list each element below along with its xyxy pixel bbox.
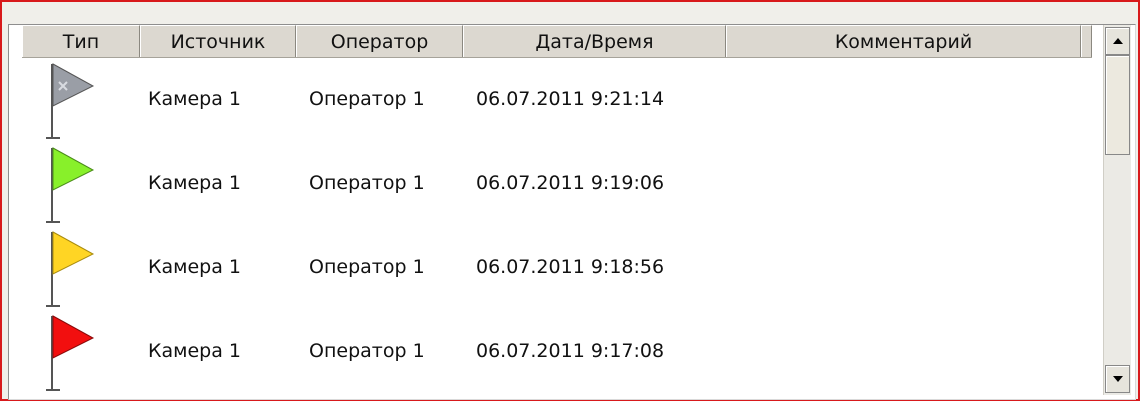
table-row[interactable]: Камера 1 Оператор 1 06.07.2011 9:18:56 [22, 226, 1092, 308]
list-header: Тип Источник Оператор Дата/Время Коммент… [22, 25, 1092, 58]
cell-source: Камера 1 [148, 340, 241, 362]
vertical-scrollbar[interactable] [1103, 25, 1131, 395]
cell-source: Камера 1 [148, 172, 241, 194]
cell-operator: Оператор 1 [309, 256, 425, 278]
green-flag-icon [46, 147, 95, 223]
cell-operator: Оператор 1 [309, 88, 425, 110]
yellow-flag-icon [46, 231, 95, 307]
red-flag-icon [46, 315, 95, 391]
cell-source: Камера 1 [148, 88, 241, 110]
scroll-up-button[interactable] [1105, 27, 1130, 55]
table-row[interactable]: Камера 1 Оператор 1 06.07.2011 9:19:06 [22, 142, 1092, 224]
column-header-filler [1081, 25, 1092, 57]
gray-flag-icon [46, 63, 95, 139]
scroll-down-button[interactable] [1105, 365, 1130, 393]
cell-operator: Оператор 1 [309, 340, 425, 362]
cell-datetime: 06.07.2011 9:19:06 [476, 172, 665, 194]
column-header-source[interactable]: Источник [140, 25, 296, 57]
column-header-datetime[interactable]: Дата/Время [463, 25, 726, 57]
cell-datetime: 06.07.2011 9:21:14 [476, 88, 665, 110]
arrow-up-icon [1112, 38, 1123, 44]
column-header-comment[interactable]: Комментарий [726, 25, 1081, 57]
cell-operator: Оператор 1 [309, 172, 425, 194]
arrow-down-icon [1112, 376, 1123, 382]
table-row[interactable]: Камера 1 Оператор 1 06.07.2011 9:21:14 [22, 58, 1092, 140]
cell-datetime: 06.07.2011 9:18:56 [476, 256, 665, 278]
scrollbar-thumb[interactable] [1105, 55, 1130, 155]
column-header-operator[interactable]: Оператор [296, 25, 463, 57]
table-row[interactable]: Камера 1 Оператор 1 06.07.2011 9:17:08 [22, 310, 1092, 392]
cell-source: Камера 1 [148, 256, 241, 278]
column-header-type[interactable]: Тип [22, 25, 140, 57]
cell-datetime: 06.07.2011 9:17:08 [476, 340, 665, 362]
